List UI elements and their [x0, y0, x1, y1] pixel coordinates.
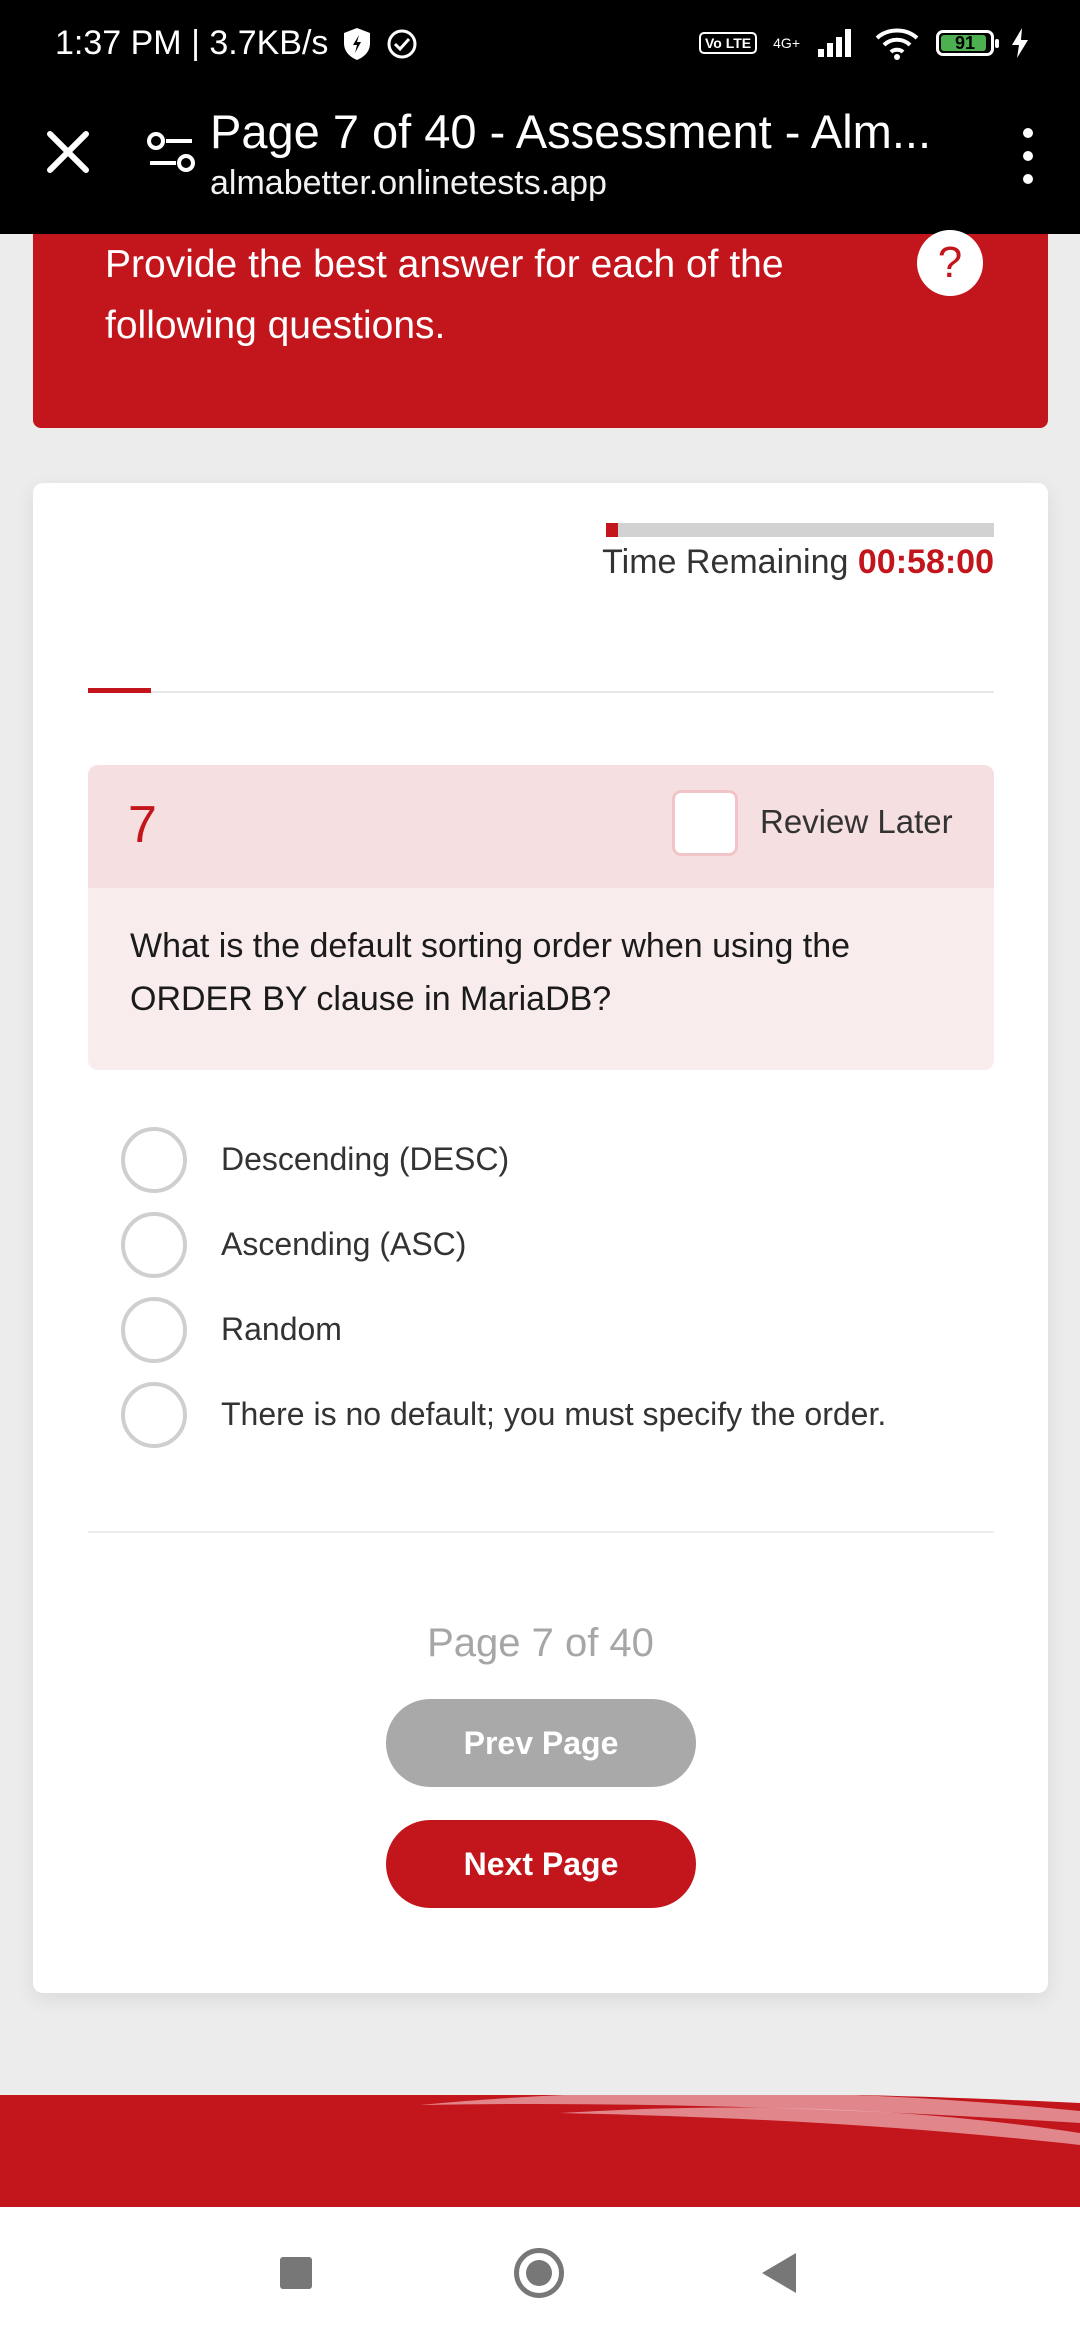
- recent-apps-icon[interactable]: [280, 2257, 312, 2289]
- check-circle-icon: [387, 29, 417, 58]
- option-radio[interactable]: [121, 1211, 187, 1278]
- battery-percent: 91: [954, 32, 976, 53]
- navigation-bar: [0, 2207, 1080, 2340]
- instructions-banner: Provide the best answer for each of the …: [33, 230, 1048, 428]
- question-box: 7 Review Later What is the default sorti…: [88, 765, 994, 1070]
- status-bar: 1:37 PM | 3.7KB/s Vo LTE 4G+ 91: [0, 0, 1080, 96]
- time-remaining: Time Remaining 00:58:00: [602, 543, 994, 582]
- option-label[interactable]: Ascending (ASC): [221, 1226, 466, 1263]
- browser-toolbar: Page 7 of 40 - Assessment - Alm... almab…: [0, 96, 1080, 234]
- signal-icon: [818, 29, 851, 57]
- close-icon[interactable]: [38, 122, 98, 182]
- volte-icon: Vo LTE: [698, 32, 758, 54]
- shield-icon: [344, 27, 371, 60]
- status-time-speed: 1:37 PM | 3.7KB/s: [55, 24, 329, 62]
- question-number: 7: [128, 796, 157, 854]
- answer-options: Descending (DESC) Ascending (ASC) Random…: [121, 1117, 1001, 1457]
- charging-icon: [1012, 28, 1028, 58]
- answer-option[interactable]: Random: [121, 1287, 1001, 1372]
- option-radio[interactable]: [121, 1296, 187, 1363]
- question-card: Time Remaining 00:58:00 7 Review Later W…: [33, 483, 1048, 1993]
- timer-progress-fill: [606, 523, 618, 537]
- divider: [88, 1531, 994, 1533]
- prev-page-button[interactable]: Prev Page: [386, 1699, 696, 1787]
- network-type: 4G+: [773, 35, 800, 51]
- status-left: 1:37 PM | 3.7KB/s: [55, 24, 418, 63]
- page-url[interactable]: almabetter.onlinetests.app: [210, 164, 607, 203]
- battery-icon: 91: [936, 30, 999, 56]
- question-header: 7 Review Later: [88, 765, 994, 888]
- option-label[interactable]: There is no default; you must specify th…: [221, 1396, 886, 1433]
- wifi-icon: [875, 28, 919, 60]
- assessment-progress-bar: [88, 688, 994, 693]
- next-page-button[interactable]: Next Page: [386, 1820, 696, 1908]
- help-button[interactable]: ?: [917, 230, 983, 296]
- review-later-label[interactable]: Review Later: [760, 803, 953, 841]
- timer-progress-bar: [606, 523, 994, 537]
- answer-option[interactable]: Descending (DESC): [121, 1117, 1001, 1202]
- more-menu-icon[interactable]: [1018, 128, 1038, 184]
- time-remaining-label: Time Remaining: [602, 543, 849, 581]
- home-icon[interactable]: [514, 2248, 564, 2298]
- time-remaining-value: 00:58:00: [857, 543, 994, 581]
- option-radio[interactable]: [121, 1381, 187, 1448]
- answer-option[interactable]: There is no default; you must specify th…: [121, 1372, 1001, 1457]
- option-label[interactable]: Random: [221, 1311, 342, 1348]
- back-icon[interactable]: [762, 2253, 796, 2293]
- instructions-text: Provide the best answer for each of the …: [105, 243, 784, 347]
- option-radio[interactable]: [121, 1126, 187, 1193]
- status-right: Vo LTE 4G+ 91: [698, 26, 1030, 60]
- page-indicator: Page 7 of 40: [427, 1621, 654, 1665]
- footer-wave: [0, 2095, 1080, 2207]
- page-title: Page 7 of 40 - Assessment - Alm...: [210, 105, 931, 158]
- assessment-progress-fill: [88, 688, 152, 693]
- question-text: What is the default sorting order when u…: [130, 927, 851, 1018]
- answer-option[interactable]: Ascending (ASC): [121, 1202, 1001, 1287]
- review-later-checkbox[interactable]: [672, 790, 738, 856]
- site-settings-icon[interactable]: [146, 129, 196, 175]
- option-label[interactable]: Descending (DESC): [221, 1141, 509, 1178]
